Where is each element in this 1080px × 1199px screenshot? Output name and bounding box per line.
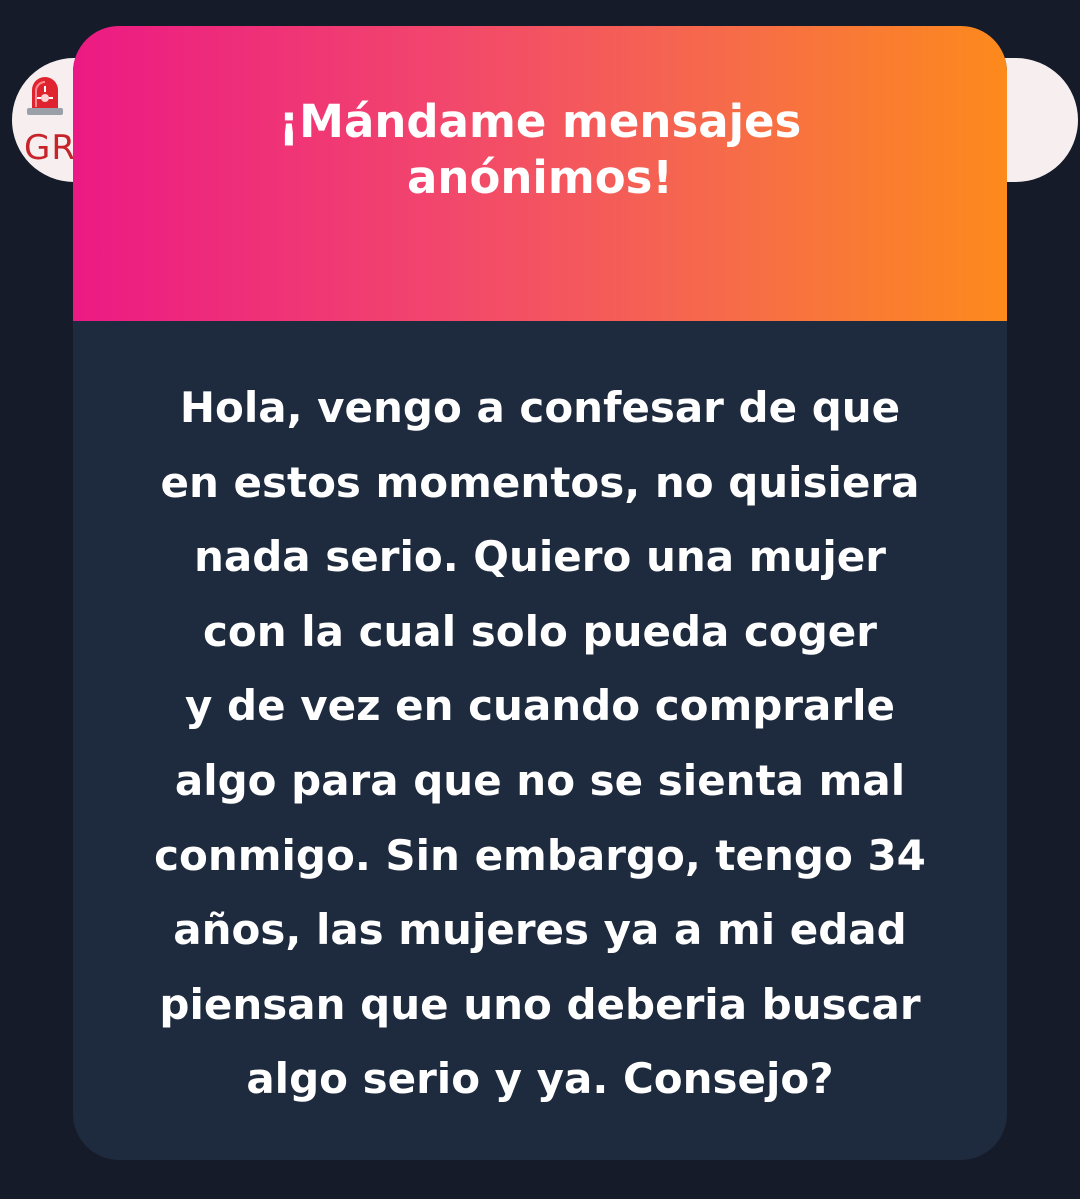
screen: GR ¡Mándame mensajes anónimos! Hola, ven… xyxy=(0,0,1080,1199)
card-title: ¡Mándame mensajes anónimos! xyxy=(278,94,802,204)
card-header: ¡Mándame mensajes anónimos! xyxy=(73,26,1007,321)
message-line: algo para que no se sienta mal xyxy=(174,755,906,805)
message-line: con la cual solo pueda coger xyxy=(202,606,877,656)
message-line: y de vez en cuando comprarle xyxy=(185,681,895,731)
message-line: conmigo. Sin embargo, tengo 34 xyxy=(154,830,926,880)
message-line: nada serio. Quiero una mujer xyxy=(194,532,886,582)
message-line: años, las mujeres ya a mi edad xyxy=(173,905,907,955)
message-line: Hola, vengo a confesar de que xyxy=(179,383,901,432)
rotating-light-icon xyxy=(27,77,63,115)
anonymous-message-card: ¡Mándame mensajes anónimos! Hola, vengo … xyxy=(73,26,1007,1160)
message-text: Hola, vengo a confesar de que en estos m… xyxy=(103,371,977,1117)
card-body: Hola, vengo a confesar de que en estos m… xyxy=(73,321,1007,1117)
message-line: piensan que uno deberia buscar xyxy=(159,979,921,1029)
pill-label: GR xyxy=(24,128,76,168)
message-line: en estos momentos, no quisiera xyxy=(160,457,920,507)
message-line: algo serio y ya. Consejo? xyxy=(246,1054,834,1104)
